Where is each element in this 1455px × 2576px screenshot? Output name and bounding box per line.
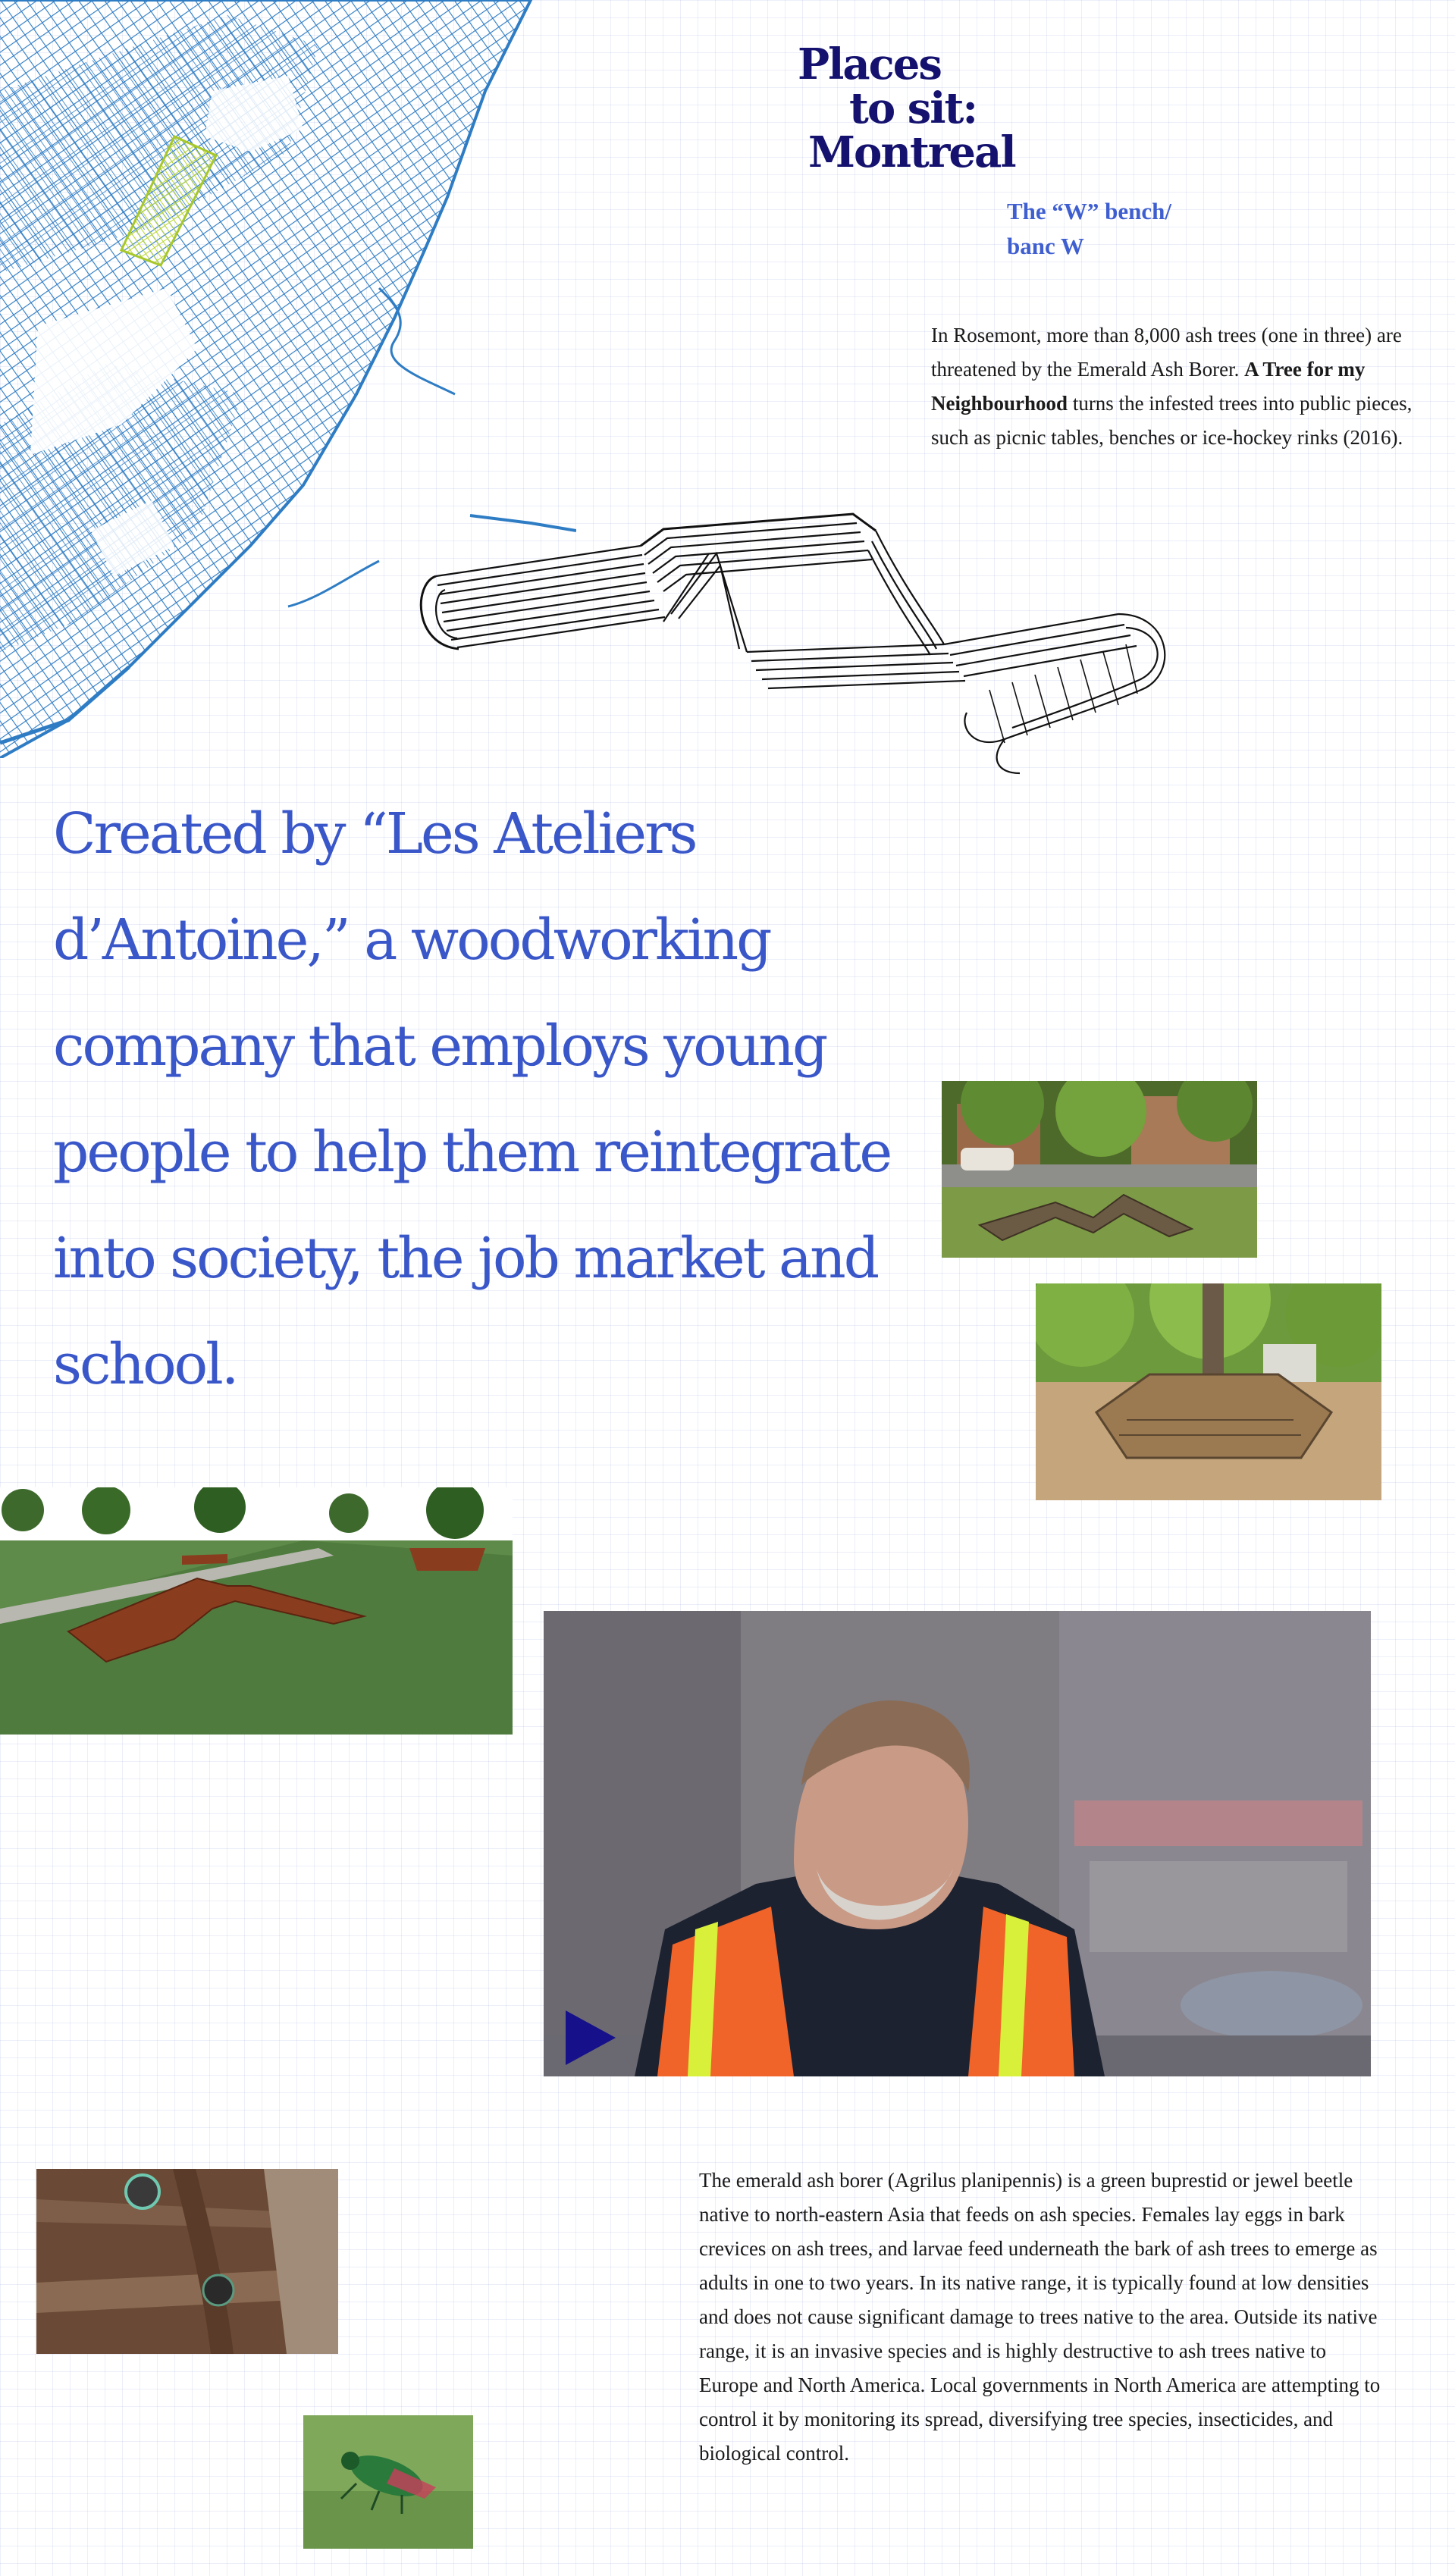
page-title: Places to sit: Montreal xyxy=(789,42,1031,174)
play-triangle xyxy=(566,2010,616,2065)
rendering-graphic xyxy=(0,1487,513,1735)
photo-tree-bench-image xyxy=(1036,1283,1381,1500)
emerald-ash-borer-photo xyxy=(303,2415,473,2549)
subtitle-line-2: banc W xyxy=(1007,233,1084,259)
bark-image xyxy=(36,2169,338,2354)
video-frame-image xyxy=(544,1611,1371,2076)
photo-street-image xyxy=(942,1081,1257,1258)
intro-paragraph: In Rosemont, more than 8,000 ash trees (… xyxy=(931,318,1424,455)
park-rendering-image xyxy=(0,1487,513,1735)
beetle-image xyxy=(303,2415,473,2549)
subtitle: The “W” bench/ banc W xyxy=(1007,194,1234,264)
ash-bark-photo xyxy=(36,2169,338,2354)
w-bench-drawing xyxy=(413,500,1187,796)
video-thumbnail[interactable] xyxy=(544,1611,1371,2076)
ash-borer-description: The emerald ash borer (Agrilus planipenn… xyxy=(699,2169,1381,2465)
title-line-3: Montreal xyxy=(808,127,1017,177)
bench-street-photo xyxy=(942,1081,1257,1258)
creator-quote: Created by “Les Ateliers d’Antoine,” a w… xyxy=(53,801,892,1397)
bench-line-art xyxy=(419,512,1166,775)
title-line-2: to sit: xyxy=(849,83,978,133)
subtitle-line-1: The “W” bench/ xyxy=(1007,198,1172,224)
tree-bench-photo xyxy=(1036,1283,1381,1500)
play-icon[interactable] xyxy=(566,2010,616,2065)
title-line-1: Places xyxy=(798,39,942,89)
